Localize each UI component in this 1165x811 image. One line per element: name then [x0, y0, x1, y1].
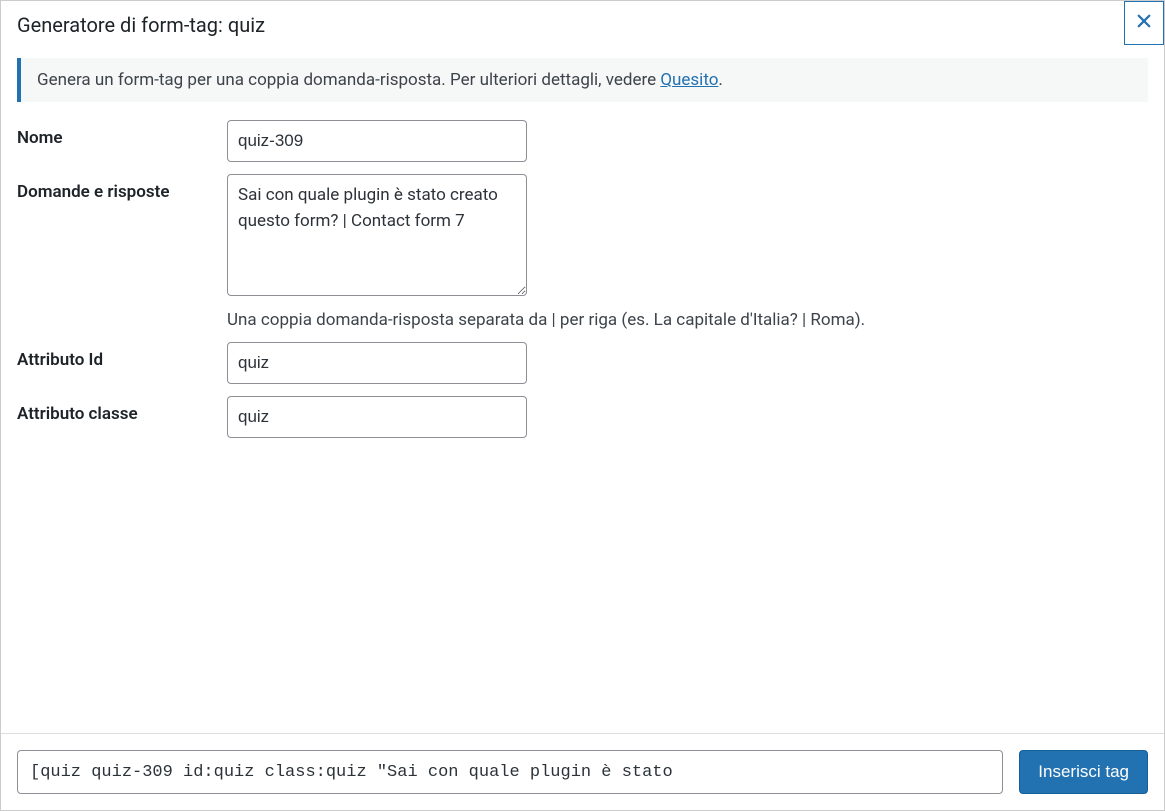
row-qa: Domande e risposte Sai con quale plugin … [17, 174, 1148, 330]
insert-tag-button[interactable]: Inserisci tag [1019, 750, 1148, 794]
input-id[interactable] [227, 342, 527, 384]
close-icon [1135, 12, 1153, 34]
dialog-title: Generatore di form-tag: quiz [17, 13, 1148, 37]
textarea-qa[interactable]: Sai con quale plugin è stato creato ques… [227, 174, 527, 296]
info-notice: Genera un form-tag per una coppia domand… [17, 58, 1148, 102]
row-name: Nome [17, 120, 1148, 162]
label-class: Attributo classe [17, 396, 227, 424]
dialog-header: Generatore di form-tag: quiz [1, 1, 1164, 48]
form-table: Nome Domande e risposte Sai con quale pl… [17, 120, 1148, 438]
notice-text-before: Genera un form-tag per una coppia domand… [37, 70, 660, 90]
label-id: Attributo Id [17, 342, 227, 370]
row-class: Attributo classe [17, 396, 1148, 438]
label-name: Nome [17, 120, 227, 148]
row-id: Attributo Id [17, 342, 1148, 384]
dialog-footer: Inserisci tag [1, 733, 1164, 810]
notice-text-after: . [718, 70, 722, 90]
notice-link-quesito[interactable]: Quesito [660, 70, 718, 90]
generated-tag-output[interactable] [17, 750, 1003, 794]
dialog-body: Genera un form-tag per una coppia domand… [1, 48, 1164, 733]
form-tag-generator-dialog: Generatore di form-tag: quiz Genera un f… [0, 0, 1165, 811]
input-name[interactable] [227, 120, 527, 162]
label-qa: Domande e risposte [17, 174, 227, 202]
close-button[interactable] [1124, 1, 1164, 45]
hint-qa: Una coppia domanda-risposta separata da … [227, 310, 1148, 330]
input-class[interactable] [227, 396, 527, 438]
